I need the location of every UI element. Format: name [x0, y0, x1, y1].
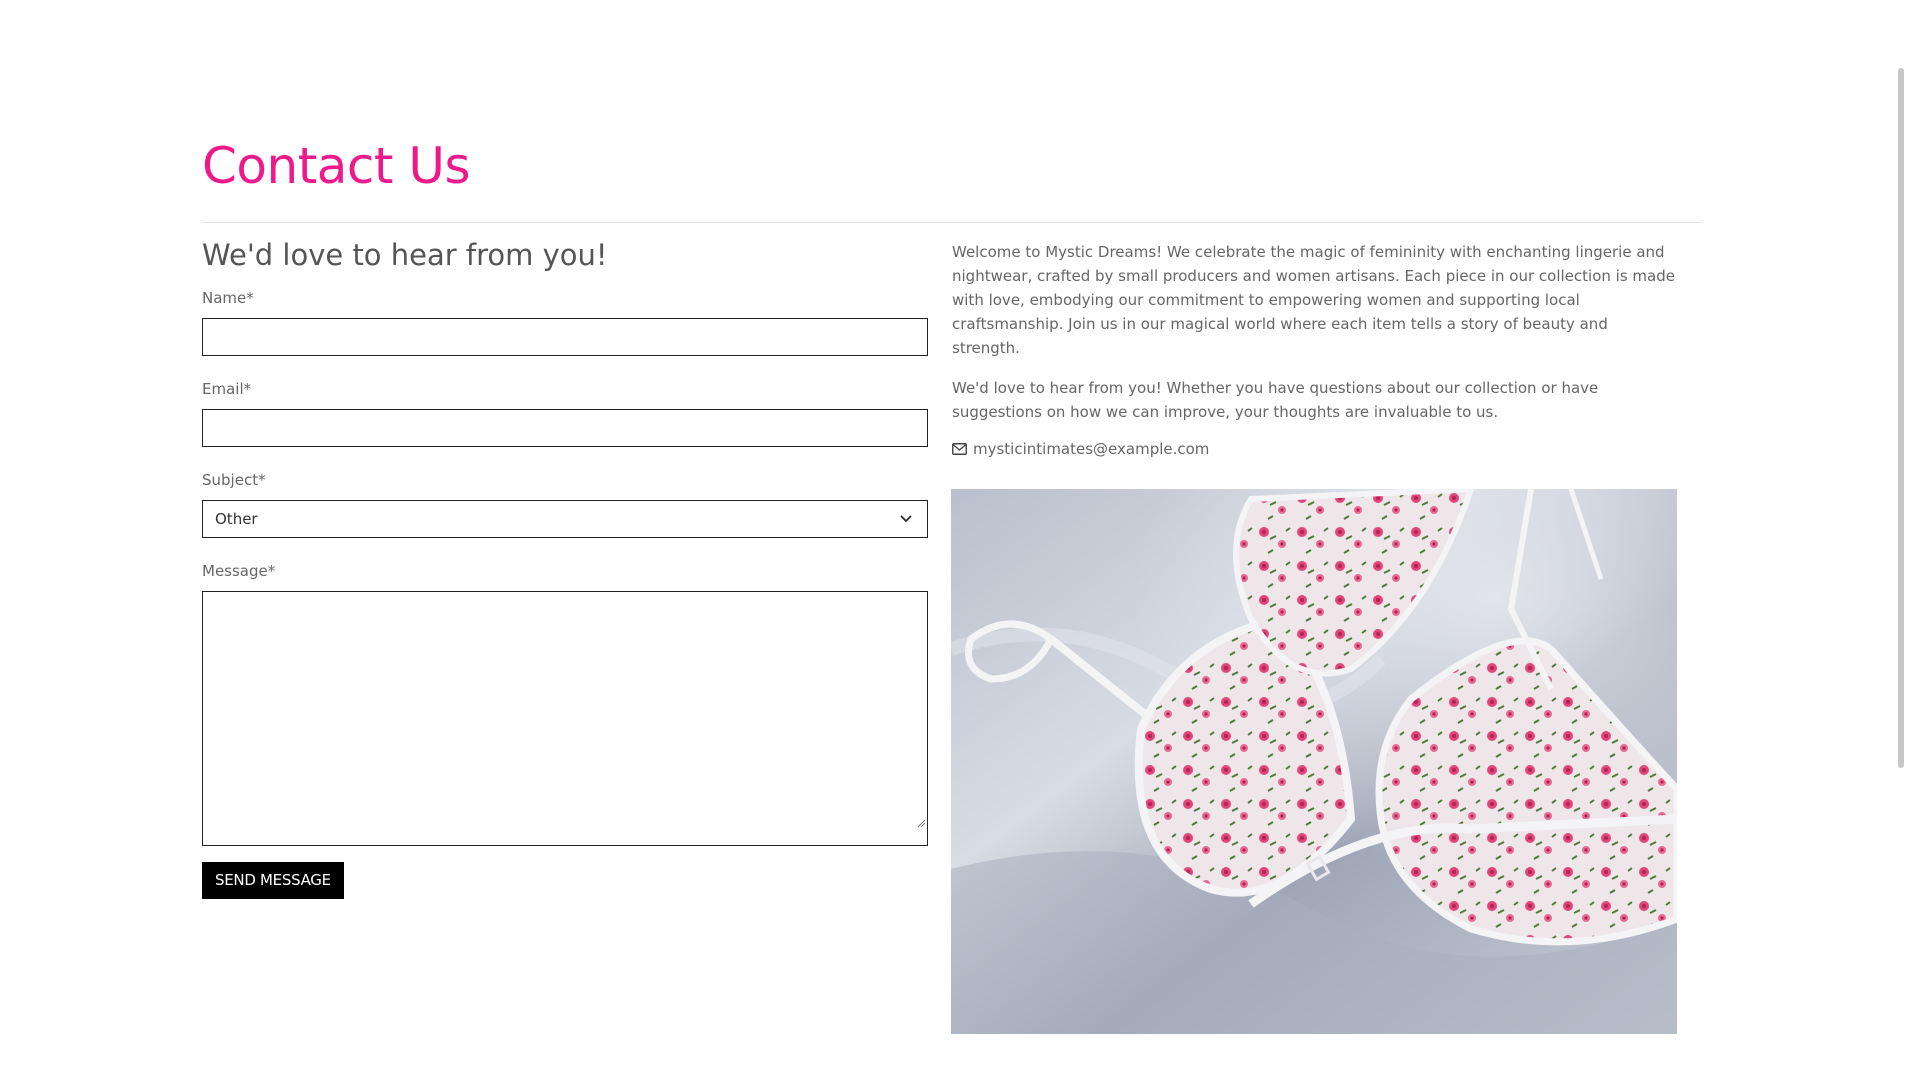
message-wrapper: [202, 590, 928, 846]
chevron-down-icon: [900, 515, 912, 522]
message-label: Message*: [202, 561, 276, 580]
contact-form: We'd love to hear from you! Name* Email*…: [202, 238, 928, 899]
resize-handle-icon[interactable]: [916, 818, 926, 828]
name-label: Name*: [202, 288, 254, 307]
form-subtitle: We'd love to hear from you!: [202, 238, 608, 272]
title-divider: [202, 222, 1702, 223]
email-input[interactable]: [202, 408, 928, 447]
subject-label: Subject*: [202, 470, 266, 489]
scrollbar-thumb[interactable]: [1898, 68, 1904, 768]
contact-email: mysticintimates@example.com: [952, 440, 1679, 458]
product-image: [951, 489, 1677, 1034]
info-column: Welcome to Mystic Dreams! We celebrate t…: [952, 240, 1679, 458]
feedback-paragraph: We'd love to hear from you! Whether you …: [952, 379, 1599, 421]
contact-page: Contact Us We'd love to hear from you! N…: [0, 0, 1908, 1080]
send-message-button[interactable]: SEND MESSAGE: [202, 861, 344, 899]
envelope-icon: [952, 443, 967, 455]
message-textarea[interactable]: [202, 590, 928, 846]
subject-select[interactable]: Other: [202, 499, 928, 538]
lingerie-photo: [951, 489, 1677, 1034]
scrollbar[interactable]: [1891, 0, 1908, 1080]
page-title: Contact Us: [202, 137, 471, 195]
email-address[interactable]: mysticintimates@example.com: [973, 440, 1209, 458]
subject-selected-value: Other: [215, 509, 258, 528]
name-input[interactable]: [202, 317, 928, 356]
intro-paragraph: Welcome to Mystic Dreams! We celebrate t…: [952, 243, 1675, 357]
email-label: Email*: [202, 379, 252, 398]
